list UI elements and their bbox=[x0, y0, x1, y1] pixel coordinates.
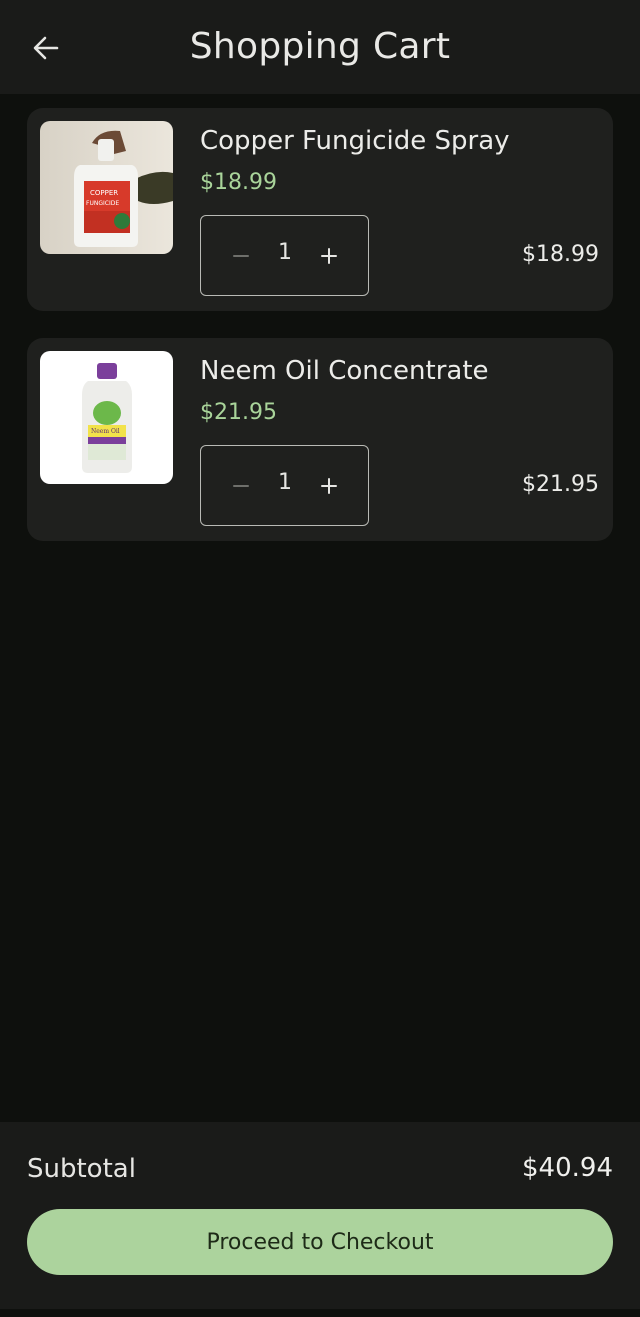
subtotal-label: Subtotal bbox=[27, 1154, 136, 1184]
line-total: $21.95 bbox=[522, 472, 599, 497]
app-bar: Shopping Cart bbox=[0, 0, 640, 94]
svg-text:Neem Oil: Neem Oil bbox=[91, 428, 120, 435]
item-price: $21.95 bbox=[200, 400, 277, 425]
plus-icon bbox=[321, 248, 337, 264]
svg-text:FUNGICIDE: FUNGICIDE bbox=[86, 200, 119, 207]
product-image-copper-fungicide: COPPER FUNGICIDE bbox=[40, 121, 173, 254]
increase-quantity-button[interactable] bbox=[309, 236, 349, 276]
checkout-button[interactable]: Proceed to Checkout bbox=[27, 1209, 613, 1275]
item-price: $18.99 bbox=[200, 170, 277, 195]
cart-item: Neem Oil Neem Oil Concentrate $21.95 1 $… bbox=[27, 338, 613, 541]
svg-text:COPPER: COPPER bbox=[90, 189, 118, 197]
decrease-quantity-button[interactable] bbox=[221, 236, 261, 276]
line-total: $18.99 bbox=[522, 242, 599, 267]
increase-quantity-button[interactable] bbox=[309, 466, 349, 506]
decrease-quantity-button[interactable] bbox=[221, 466, 261, 506]
item-name: Copper Fungicide Spray bbox=[200, 126, 510, 156]
item-name: Neem Oil Concentrate bbox=[200, 356, 489, 386]
minus-icon bbox=[233, 485, 249, 487]
product-image-neem-oil: Neem Oil bbox=[40, 351, 173, 484]
minus-icon bbox=[233, 255, 249, 257]
quantity-stepper: 1 bbox=[200, 445, 369, 526]
subtotal-value: $40.94 bbox=[522, 1153, 613, 1183]
plus-icon bbox=[321, 478, 337, 494]
checkout-summary: Subtotal $40.94 Proceed to Checkout bbox=[0, 1122, 640, 1309]
quantity-value: 1 bbox=[278, 470, 292, 495]
quantity-value: 1 bbox=[278, 240, 292, 265]
cart-item: COPPER FUNGICIDE Copper Fungicide Spray … bbox=[27, 108, 613, 311]
page-title: Shopping Cart bbox=[189, 26, 451, 67]
quantity-stepper: 1 bbox=[200, 215, 369, 296]
